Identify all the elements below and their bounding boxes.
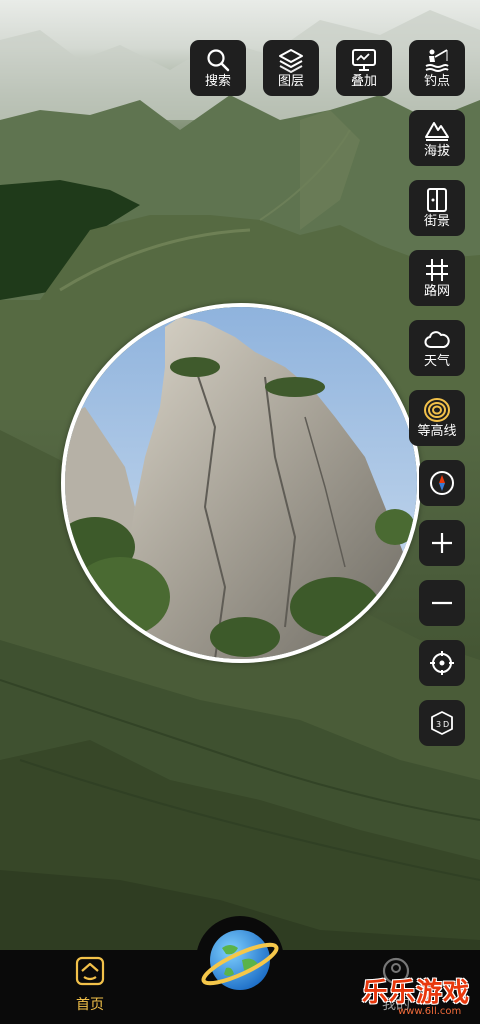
nav-home[interactable]: 首页 [50, 956, 130, 1014]
weather-button[interactable]: 天气 [409, 320, 465, 376]
altitude-button[interactable]: 海拔 [409, 110, 465, 166]
locate-button[interactable] [419, 640, 465, 686]
nav-center-globe[interactable] [200, 920, 280, 1000]
layers-label: 图层 [277, 74, 304, 89]
plus-icon [432, 533, 452, 553]
fishing-spot-label: 钓点 [423, 74, 450, 89]
search-label: 搜索 [204, 74, 231, 89]
street-view-button[interactable]: 街景 [409, 180, 465, 236]
zoom-in-button[interactable] [419, 520, 465, 566]
search-button[interactable]: 搜索 [190, 40, 246, 96]
street-view-icon [427, 188, 447, 212]
watermark-url: www.6ll.com [398, 1006, 462, 1017]
nav-home-label: 首页 [76, 997, 104, 1013]
road-network-label: 路网 [423, 284, 450, 299]
contour-icon [424, 398, 450, 422]
svg-text:D: D [443, 720, 449, 729]
layers-icon [279, 49, 303, 73]
minus-icon [432, 601, 452, 605]
home-icon [75, 956, 105, 986]
fishing-spot-button[interactable]: 钓点 [409, 40, 465, 96]
fishing-spot-icon [425, 49, 449, 72]
contour-button[interactable]: 等高线 [409, 390, 465, 446]
altitude-label: 海拔 [423, 144, 450, 159]
overlay-button[interactable]: 叠加 [336, 40, 392, 96]
layers-button[interactable]: 图层 [263, 40, 319, 96]
3d-cube-icon: 3 D [431, 711, 453, 735]
cloud-icon [424, 331, 450, 348]
overlay-icon [352, 49, 376, 71]
street-view-label: 街景 [423, 214, 450, 229]
compass-button[interactable] [419, 460, 465, 506]
peak-photo[interactable] [61, 303, 421, 663]
road-network-icon [426, 259, 448, 281]
watermark: 乐乐游戏 www.6ll.com [356, 970, 480, 1024]
search-icon [207, 49, 230, 72]
granite-peak-image [65, 307, 417, 659]
compass-icon [430, 471, 454, 495]
svg-text:3: 3 [436, 720, 441, 729]
mountain-icon [425, 122, 449, 141]
crosshair-icon [430, 651, 454, 675]
zoom-out-button[interactable] [419, 580, 465, 626]
3d-mode-button[interactable]: 3 D [419, 700, 465, 746]
planet-icon [201, 930, 279, 990]
weather-label: 天气 [423, 354, 450, 369]
contour-label: 等高线 [417, 424, 457, 439]
watermark-brand: 乐乐游戏 [362, 978, 471, 1008]
overlay-label: 叠加 [350, 74, 377, 89]
road-network-button[interactable]: 路网 [409, 250, 465, 306]
